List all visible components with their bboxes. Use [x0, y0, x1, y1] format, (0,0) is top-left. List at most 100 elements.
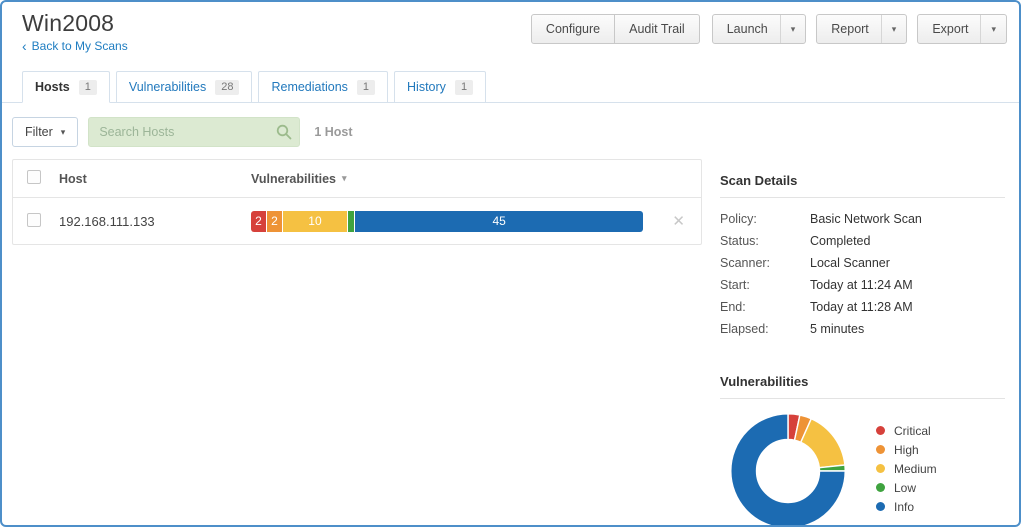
- export-button[interactable]: Export ▾: [917, 14, 1007, 44]
- legend-label: High: [894, 442, 919, 457]
- configure-button[interactable]: Configure: [530, 14, 616, 44]
- vulnerabilities-donut-chart: [730, 413, 846, 525]
- severity-segment-high[interactable]: 2: [267, 210, 282, 232]
- detail-label: Policy:: [720, 212, 757, 226]
- launch-label: Launch: [726, 22, 768, 36]
- legend-label: Low: [894, 480, 917, 495]
- legend-label: Info: [894, 499, 915, 514]
- search-hosts-wrap: [88, 117, 301, 147]
- tab-hosts[interactable]: Hosts 1: [22, 71, 110, 103]
- vulnerabilities-column-label: Vulnerabilities: [251, 171, 336, 186]
- host-count: 1 Host: [314, 125, 353, 139]
- scan-detail-row: End: Today at 11:28 AM: [720, 296, 1005, 318]
- delete-row-icon[interactable]: ✕: [672, 214, 685, 229]
- tab-history[interactable]: History 1: [394, 71, 487, 103]
- scan-details-list: Policy: Basic Network Scan Status: Complete…: [720, 208, 1005, 340]
- legend-label: Critical: [894, 423, 931, 438]
- tab-badge: 1: [78, 79, 97, 95]
- tab-badge: 28: [215, 79, 240, 95]
- severity-bar: 2 2 10 45: [251, 210, 643, 232]
- legend-item-low: Low: [876, 478, 937, 497]
- tab-vulnerabilities[interactable]: Vulnerabilities 28: [115, 71, 253, 103]
- legend-label: Medium: [894, 461, 937, 476]
- back-chevron-icon: ‹: [22, 38, 27, 54]
- severity-segment-critical[interactable]: 2: [251, 210, 266, 232]
- legend-dot-icon: [876, 464, 885, 473]
- legend-dot-icon: [876, 502, 885, 511]
- scan-detail-row: Status: Completed: [720, 230, 1005, 252]
- report-label: Report: [831, 22, 869, 36]
- tab-remediations[interactable]: Remediations 1: [258, 71, 389, 103]
- select-all-checkbox[interactable]: [27, 170, 41, 184]
- tab-badge: 1: [356, 79, 376, 95]
- export-label: Export: [932, 22, 969, 36]
- host-address[interactable]: 192.168.111.133: [59, 214, 251, 229]
- chevron-down-icon: ▾: [779, 15, 795, 43]
- legend-item-medium: Medium: [876, 459, 937, 478]
- chart-legend: Critical High Medium Low Info: [876, 421, 937, 525]
- detail-label: End:: [720, 300, 746, 314]
- detail-value: Basic Network Scan: [810, 212, 922, 226]
- legend-item-high: High: [876, 440, 937, 459]
- sort-caret-icon[interactable]: ▾: [342, 173, 347, 184]
- legend-item-info: Info: [876, 497, 937, 516]
- vulnerabilities-heading: Vulnerabilities: [720, 374, 1005, 399]
- filter-button[interactable]: Filter ▾: [12, 117, 79, 147]
- severity-segment-info[interactable]: 45: [355, 210, 643, 232]
- chevron-down-icon: ▾: [980, 15, 996, 43]
- hosts-table: Host Vulnerabilities ▾ 192.168.111.133 2…: [12, 159, 702, 245]
- tab-label: Vulnerabilities: [128, 80, 207, 94]
- detail-label: Status:: [720, 234, 759, 248]
- scan-results-page: Win2008 ‹ Back to My Scans Configure Aud…: [0, 0, 1021, 527]
- search-icon[interactable]: [276, 124, 292, 140]
- table-header-row: Host Vulnerabilities ▾: [13, 160, 701, 198]
- filter-bar: Filter ▾ 1 Host: [2, 103, 1019, 159]
- chevron-down-icon: ▾: [880, 15, 896, 43]
- scan-detail-row: Scanner: Local Scanner: [720, 252, 1005, 274]
- legend-dot-icon: [876, 445, 885, 454]
- tab-badge: 1: [454, 79, 474, 95]
- severity-segment-low[interactable]: [347, 210, 355, 232]
- audit-trail-button[interactable]: Audit Trail: [614, 14, 700, 44]
- tab-label: History: [407, 80, 446, 94]
- title-block: Win2008 ‹ Back to My Scans: [22, 10, 128, 56]
- filter-label: Filter: [25, 125, 53, 139]
- detail-value: 5 minutes: [810, 322, 865, 336]
- page-title: Win2008: [22, 10, 115, 36]
- tab-label: Hosts: [35, 80, 70, 94]
- detail-value: Today at 11:28 AM: [810, 300, 913, 314]
- tab-label: Remediations: [271, 80, 348, 94]
- launch-button[interactable]: Launch ▾: [711, 14, 807, 44]
- detail-label: Elapsed:: [720, 322, 769, 336]
- scan-detail-row: Start: Today at 11:24 AM: [720, 274, 1005, 296]
- scan-details-heading: Scan Details: [720, 173, 1005, 198]
- severity-segment-medium[interactable]: 10: [283, 210, 347, 232]
- report-button[interactable]: Report ▾: [816, 14, 908, 44]
- chevron-down-icon: ▾: [60, 126, 66, 137]
- search-hosts-input[interactable]: [88, 117, 301, 147]
- back-label: Back to My Scans: [31, 39, 128, 53]
- donut-slice-medium[interactable]: [799, 417, 846, 469]
- severity-bar-cell: 2 2 10 45 ✕: [251, 210, 701, 232]
- detail-label: Scanner:: [720, 256, 771, 270]
- legend-item-critical: Critical: [876, 421, 937, 440]
- content-area: Host Vulnerabilities ▾ 192.168.111.133 2…: [2, 159, 1019, 525]
- detail-label: Start:: [720, 278, 750, 292]
- tab-bar: Hosts 1 Vulnerabilities 28 Remediations 1 Hist…: [2, 70, 1019, 103]
- vulnerabilities-chart-row: Critical High Medium Low Info: [720, 409, 1005, 525]
- action-buttons: Configure Audit Trail Launch ▾ Report ▾ …: [530, 10, 1007, 44]
- host-column-header: Host: [59, 171, 87, 186]
- select-all-cell: [13, 170, 59, 187]
- row-checkbox[interactable]: [27, 212, 41, 227]
- table-row[interactable]: 192.168.111.133 2 2 10 45 ✕: [13, 198, 701, 244]
- detail-value: Today at 11:24 AM: [810, 278, 913, 292]
- scan-detail-row: Elapsed: 5 minutes: [720, 318, 1005, 340]
- page-header: Win2008 ‹ Back to My Scans Configure Aud…: [2, 2, 1019, 60]
- legend-dot-icon: [876, 483, 885, 492]
- vulnerabilities-column-header: Vulnerabilities ▾: [251, 172, 701, 186]
- detail-value: Local Scanner: [810, 256, 890, 270]
- legend-dot-icon: [876, 426, 885, 435]
- detail-value: Completed: [810, 234, 871, 248]
- scan-detail-row: Policy: Basic Network Scan: [720, 208, 1005, 230]
- back-link[interactable]: ‹ Back to My Scans: [22, 39, 128, 53]
